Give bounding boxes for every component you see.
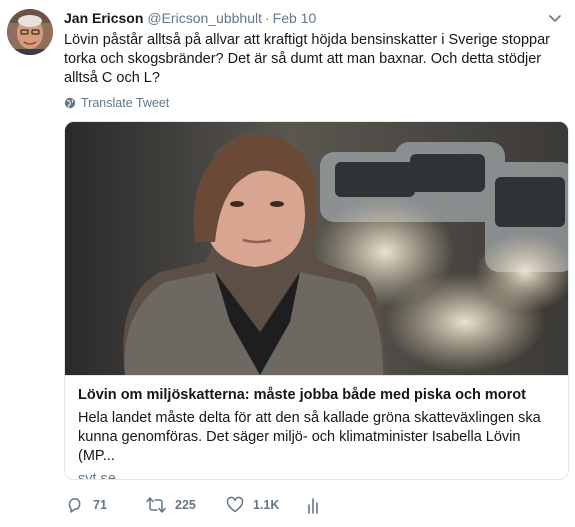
retweet-icon (146, 497, 166, 513)
retweet-count: 225 (175, 498, 196, 512)
like-button[interactable]: 1.1K (226, 496, 279, 514)
card-image[interactable] (65, 122, 568, 375)
profile-photo-icon (7, 9, 53, 55)
card-title: Lövin om miljöskatterna: måste jobba båd… (78, 387, 526, 403)
separator-dot: · (265, 10, 270, 26)
chevron-down-icon[interactable] (547, 10, 563, 26)
card-body[interactable]: Lövin om miljöskatterna: måste jobba båd… (65, 375, 568, 479)
tweet-date[interactable]: Feb 10 (273, 10, 317, 26)
link-card[interactable]: Lövin om miljöskatterna: måste jobba båd… (64, 121, 569, 480)
like-count: 1.1K (253, 498, 280, 512)
tweet[interactable]: Jan Ericson @Ericson_ubbhult · Feb 10 Lövin… (0, 0, 575, 527)
author-handle[interactable]: @Ericson_ubbhult (147, 10, 262, 26)
author-name[interactable]: Jan Ericson (64, 10, 143, 26)
tweet-actions: 71 225 1.1K (64, 496, 364, 520)
news-photo-icon (65, 122, 568, 375)
tweet-header: Jan Ericson @Ericson_ubbhult · Feb 10 (64, 10, 565, 30)
translate-label: Translate Tweet (81, 96, 170, 110)
translate-tweet-link[interactable]: Translate Tweet (64, 96, 169, 110)
analytics-icon (308, 498, 318, 514)
retweet-button[interactable]: 225 (146, 496, 196, 514)
author-avatar[interactable] (7, 9, 53, 55)
reply-button[interactable]: 71 (66, 496, 107, 514)
tweet-text: Lövin påstår alltså på allvar att krafti… (64, 32, 551, 86)
globe-icon (64, 97, 76, 109)
heart-icon (226, 496, 244, 513)
card-description: Hela landet måste delta för att den så k… (78, 410, 541, 464)
reply-count: 71 (93, 498, 107, 512)
reply-icon (68, 498, 81, 513)
card-domain: svt.se (78, 471, 116, 480)
analytics-button[interactable] (306, 496, 322, 514)
